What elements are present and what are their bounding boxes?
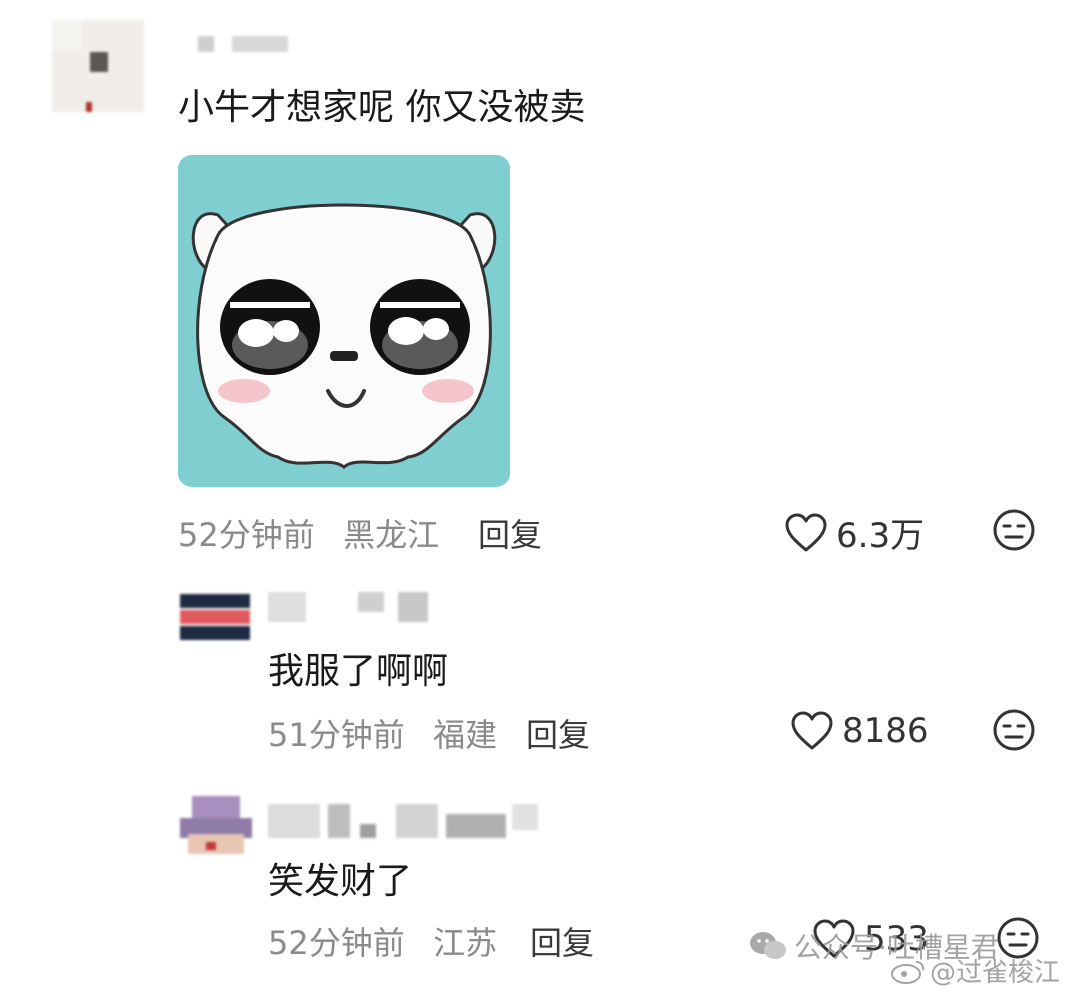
comment-time: 52分钟前: [178, 516, 315, 554]
comment-meta: 52分钟前 黑龙江: [178, 510, 439, 556]
meh-face-icon: [993, 509, 1035, 551]
comment-text: 笑发财了: [268, 861, 413, 902]
dislike-button[interactable]: [992, 508, 1036, 552]
like-button[interactable]: 6.3万: [784, 508, 924, 557]
username-censored[interactable]: [198, 36, 290, 54]
weibo-icon: [891, 960, 925, 984]
weibo-watermark: @过雀梭江: [890, 952, 1060, 989]
reply-button[interactable]: 回复: [526, 710, 590, 756]
comment-location: 江苏: [433, 924, 498, 962]
like-count: 8186: [842, 711, 929, 751]
like-button[interactable]: 8186: [790, 710, 929, 752]
avatar[interactable]: [180, 588, 250, 644]
like-count: 6.3万: [836, 516, 925, 556]
avatar[interactable]: [180, 790, 252, 856]
reply-button[interactable]: 回复: [530, 918, 594, 964]
comment-location: 黑龙江: [343, 516, 440, 554]
comment-text: 我服了啊啊: [268, 651, 449, 692]
avatar[interactable]: [52, 20, 144, 112]
comment-location: 福建: [433, 716, 498, 754]
comment-time: 51分钟前: [268, 716, 405, 754]
username-censored[interactable]: [268, 592, 428, 622]
comment-meta: 51分钟前 福建: [268, 710, 497, 756]
comment-meta: 52分钟前 江苏: [268, 918, 497, 964]
comment-time: 52分钟前: [268, 924, 405, 962]
comment-text: 小牛才想家呢 你又没被卖: [178, 87, 586, 128]
heart-icon: [785, 513, 827, 551]
meh-face-icon: [993, 709, 1035, 751]
reply-button[interactable]: 回复: [478, 510, 542, 556]
heart-icon: [791, 711, 833, 750]
dislike-button[interactable]: [992, 708, 1036, 752]
sticker-image[interactable]: [178, 155, 510, 487]
username-censored[interactable]: [268, 804, 538, 838]
dog-sticker-icon: [178, 155, 510, 487]
wechat-icon: [750, 932, 786, 959]
